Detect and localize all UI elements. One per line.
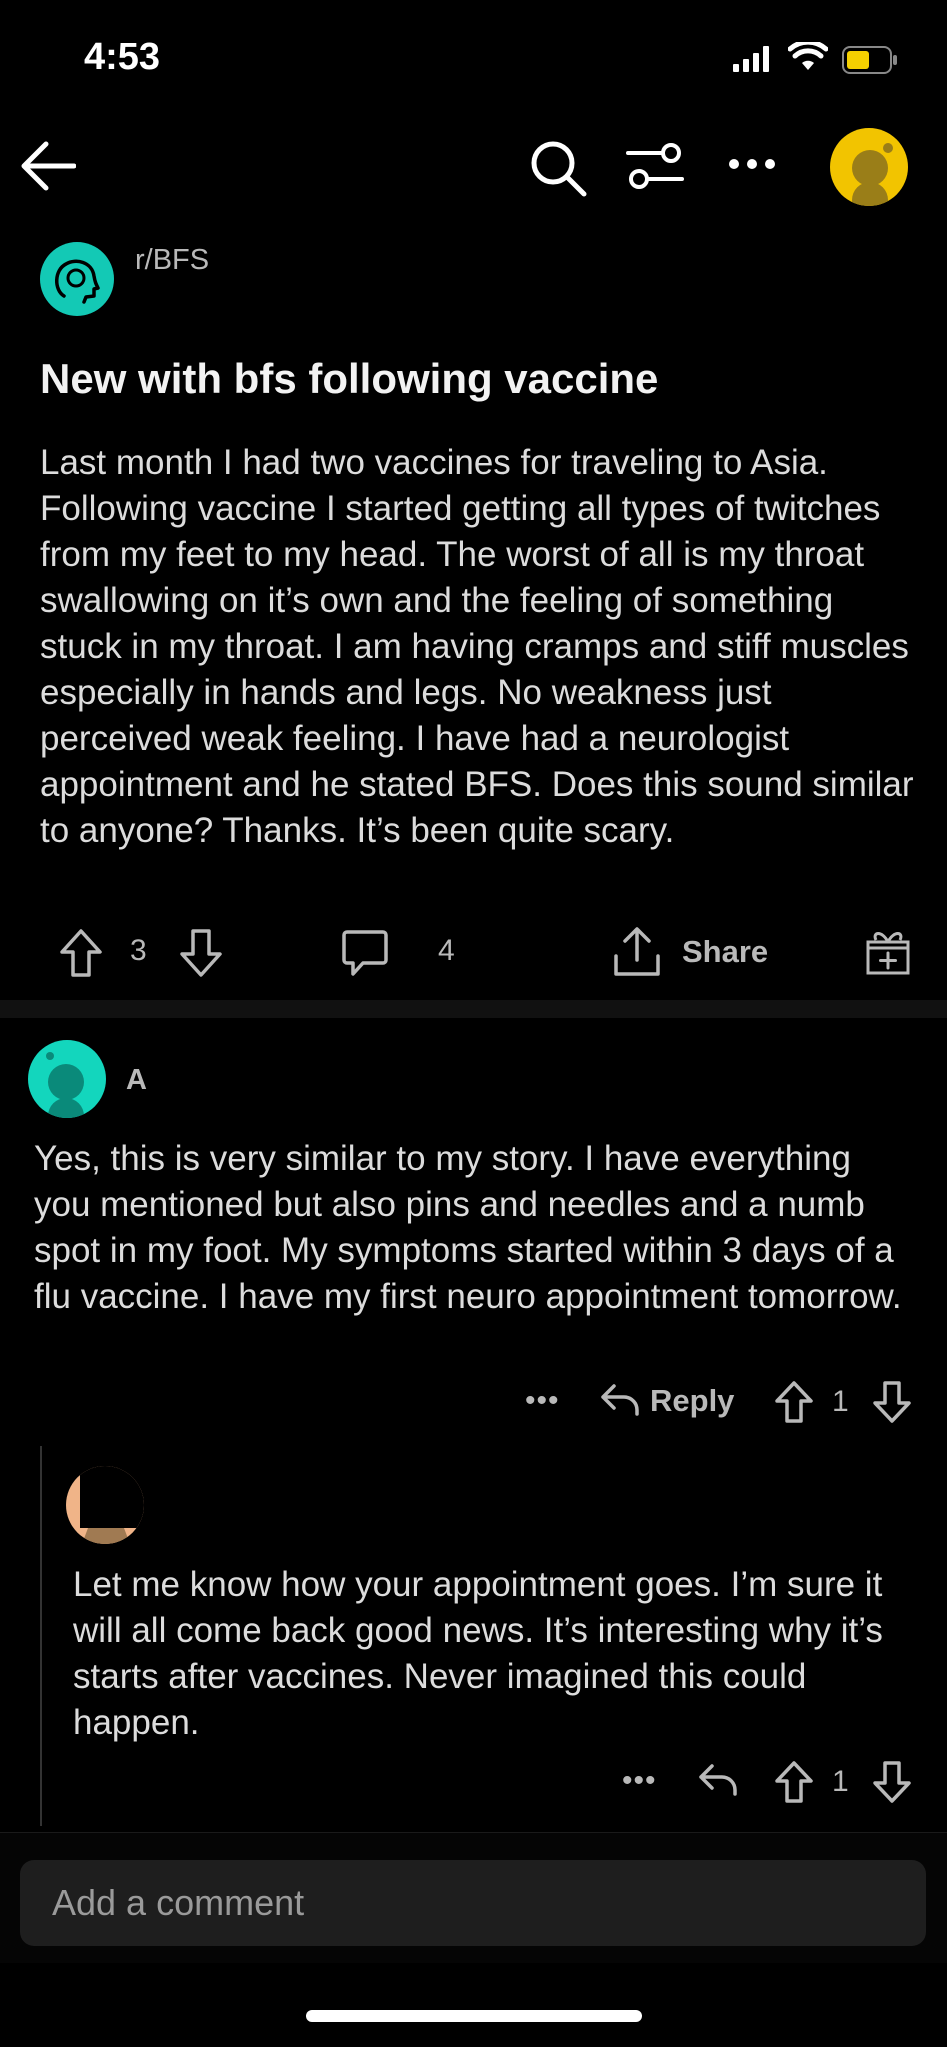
reply-more-button[interactable]: ••• (622, 1764, 657, 1798)
award-gift-icon[interactable] (864, 926, 912, 976)
snoo-avatar-icon (852, 143, 893, 206)
upvote-icon[interactable] (774, 1760, 814, 1804)
share-icon[interactable] (612, 926, 662, 978)
comment-score: 1 (832, 1385, 849, 1418)
avatar-image-icon (80, 1466, 144, 1544)
more-options-icon[interactable] (728, 158, 776, 170)
downvote-icon[interactable] (872, 1760, 912, 1804)
downvote-icon[interactable] (178, 928, 224, 978)
add-comment-input[interactable] (20, 1860, 926, 1946)
reply-arrow-icon[interactable] (600, 1382, 640, 1418)
post-body: Last month I had two vaccines for travel… (40, 443, 914, 850)
subreddit-name[interactable]: r/BFS (135, 244, 209, 277)
signal-icon (733, 46, 769, 72)
brain-head-icon (55, 259, 100, 304)
comment-count: 4 (438, 934, 455, 967)
share-button[interactable]: Share (682, 934, 768, 970)
comment-author-avatar[interactable] (28, 1040, 106, 1118)
battery-icon (842, 46, 897, 74)
comment-author-name[interactable]: A (126, 1064, 147, 1097)
reply-score: 1 (832, 1765, 849, 1798)
downvote-icon[interactable] (872, 1380, 912, 1424)
search-icon[interactable] (528, 138, 588, 198)
home-indicator[interactable] (306, 2010, 642, 2022)
upvote-icon[interactable] (774, 1380, 814, 1424)
status-time: 4:53 (84, 36, 161, 78)
comment-more-button[interactable]: ••• (525, 1384, 560, 1418)
reply-text: Let me know how your appointment goes. I… (73, 1565, 883, 1742)
subreddit-icon[interactable] (40, 242, 114, 316)
reply-button[interactable]: Reply (650, 1383, 734, 1419)
user-avatar[interactable] (830, 128, 908, 206)
vote-count: 3 (130, 934, 147, 967)
upvote-icon[interactable] (58, 928, 104, 978)
wifi-icon (788, 42, 828, 70)
reply-arrow-icon[interactable] (698, 1762, 738, 1798)
post-title: New with bfs following vaccine (40, 355, 659, 402)
reply-author-avatar[interactable] (66, 1466, 144, 1544)
filter-icon[interactable] (626, 140, 684, 192)
comment-text: Yes, this is very similar to my story. I… (34, 1139, 902, 1316)
thread-line[interactable] (40, 1446, 42, 1826)
section-divider (0, 1000, 947, 1018)
comment-icon[interactable] (341, 928, 389, 978)
snoo-avatar-icon (46, 1052, 84, 1118)
back-arrow-icon[interactable] (18, 140, 76, 192)
